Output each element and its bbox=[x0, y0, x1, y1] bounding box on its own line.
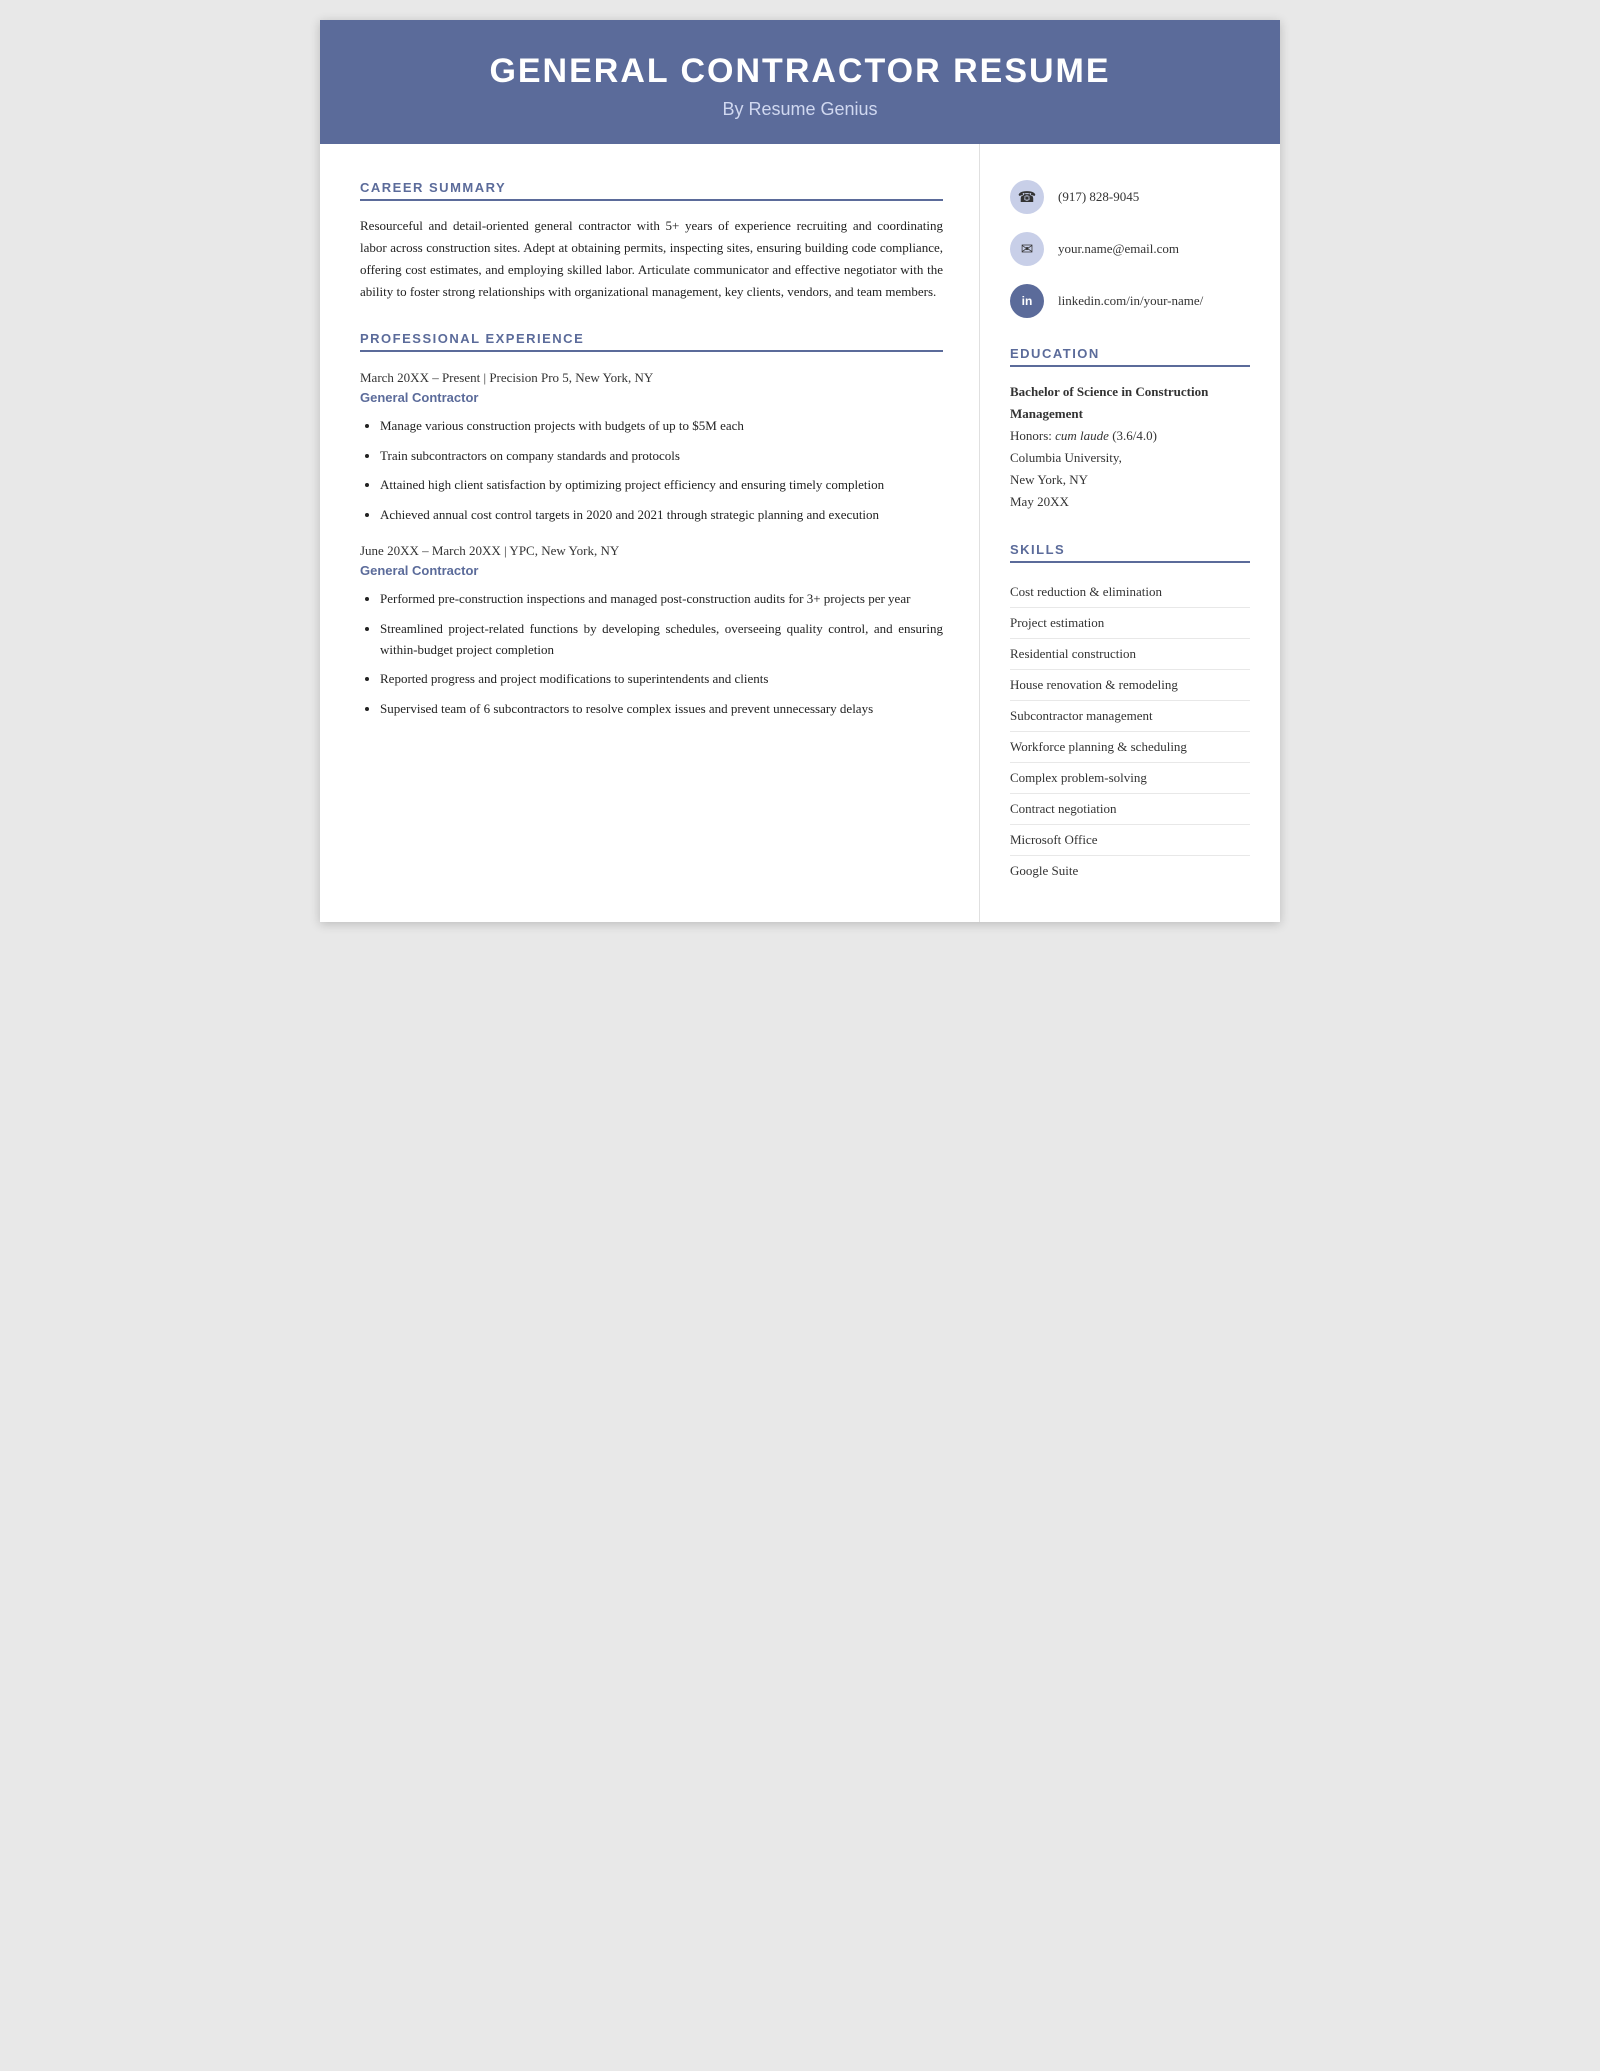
list-item: Streamlined project-related functions by… bbox=[380, 618, 943, 661]
list-item: Train subcontractors on company standard… bbox=[380, 445, 943, 466]
email-icon: ✉ bbox=[1010, 232, 1044, 266]
skill-item: Project estimation bbox=[1010, 608, 1250, 639]
main-column: CAREER SUMMARY Resourceful and detail-or… bbox=[320, 144, 980, 922]
contact-section: ☎ (917) 828-9045 ✉ your.name@email.com i… bbox=[1010, 180, 1250, 318]
list-item: Attained high client satisfaction by opt… bbox=[380, 474, 943, 495]
side-column: ☎ (917) 828-9045 ✉ your.name@email.com i… bbox=[980, 144, 1280, 922]
resume-title: GENERAL CONTRACTOR RESUME bbox=[360, 52, 1240, 91]
list-item: Manage various construction projects wit… bbox=[380, 415, 943, 436]
phone-icon: ☎ bbox=[1010, 180, 1044, 214]
honors-value: cum laude bbox=[1055, 428, 1109, 443]
content-area: CAREER SUMMARY Resourceful and detail-or… bbox=[320, 144, 1280, 922]
linkedin-url: linkedin.com/in/your-name/ bbox=[1058, 293, 1203, 309]
career-summary-title: CAREER SUMMARY bbox=[360, 180, 943, 201]
skill-item: Workforce planning & scheduling bbox=[1010, 732, 1250, 763]
contact-phone: ☎ (917) 828-9045 bbox=[1010, 180, 1250, 214]
email-address: your.name@email.com bbox=[1058, 241, 1179, 257]
list-item: Performed pre-construction inspections a… bbox=[380, 588, 943, 609]
resume-page: GENERAL CONTRACTOR RESUME By Resume Geni… bbox=[320, 20, 1280, 922]
job-2-title: General Contractor bbox=[360, 563, 943, 578]
honors-label: Honors: bbox=[1010, 428, 1052, 443]
skills-list: Cost reduction & elimination Project est… bbox=[1010, 577, 1250, 886]
skill-item: House renovation & remodeling bbox=[1010, 670, 1250, 701]
header: GENERAL CONTRACTOR RESUME By Resume Geni… bbox=[320, 20, 1280, 144]
job-1-header: March 20XX – Present | Precision Pro 5, … bbox=[360, 370, 943, 386]
job-2-bullets: Performed pre-construction inspections a… bbox=[360, 588, 943, 719]
resume-subtitle: By Resume Genius bbox=[360, 99, 1240, 120]
professional-experience-title: PROFESSIONAL EXPERIENCE bbox=[360, 331, 943, 352]
education-honors: Honors: cum laude (3.6/4.0) bbox=[1010, 425, 1250, 447]
skill-item: Microsoft Office bbox=[1010, 825, 1250, 856]
skill-item: Contract negotiation bbox=[1010, 794, 1250, 825]
education-date: May 20XX bbox=[1010, 491, 1250, 513]
skill-item: Residential construction bbox=[1010, 639, 1250, 670]
job-1-title: General Contractor bbox=[360, 390, 943, 405]
degree-name: Bachelor of Science in Construction Mana… bbox=[1010, 381, 1250, 425]
skill-item: Complex problem-solving bbox=[1010, 763, 1250, 794]
education-block: Bachelor of Science in Construction Mana… bbox=[1010, 381, 1250, 514]
list-item: Achieved annual cost control targets in … bbox=[380, 504, 943, 525]
skills-title: SKILLS bbox=[1010, 542, 1250, 563]
skill-item: Cost reduction & elimination bbox=[1010, 577, 1250, 608]
list-item: Supervised team of 6 subcontractors to r… bbox=[380, 698, 943, 719]
contact-linkedin: in linkedin.com/in/your-name/ bbox=[1010, 284, 1250, 318]
career-summary-text: Resourceful and detail-oriented general … bbox=[360, 215, 943, 303]
honors-gpa: (3.6/4.0) bbox=[1112, 428, 1157, 443]
skill-item: Google Suite bbox=[1010, 856, 1250, 886]
contact-email: ✉ your.name@email.com bbox=[1010, 232, 1250, 266]
education-location: New York, NY bbox=[1010, 469, 1250, 491]
list-item: Reported progress and project modificati… bbox=[380, 668, 943, 689]
job-2-header: June 20XX – March 20XX | YPC, New York, … bbox=[360, 543, 943, 559]
linkedin-icon: in bbox=[1010, 284, 1044, 318]
phone-number: (917) 828-9045 bbox=[1058, 189, 1139, 205]
education-university: Columbia University, bbox=[1010, 447, 1250, 469]
job-1-bullets: Manage various construction projects wit… bbox=[360, 415, 943, 525]
skill-item: Subcontractor management bbox=[1010, 701, 1250, 732]
education-title: EDUCATION bbox=[1010, 346, 1250, 367]
